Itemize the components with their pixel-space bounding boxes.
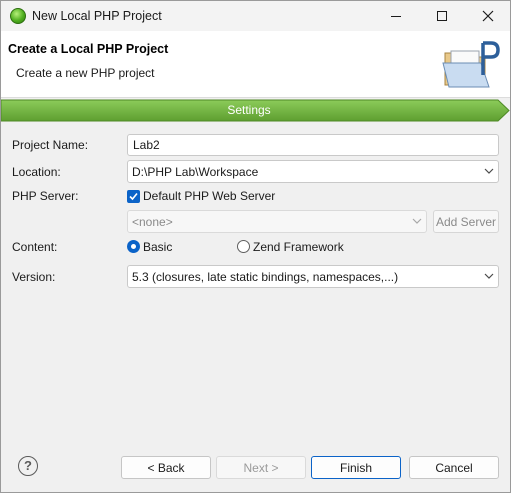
cancel-button[interactable]: Cancel <box>409 456 499 479</box>
page-title: Create a Local PHP Project <box>8 42 169 56</box>
version-value: 5.3 (closures, late static bindings, nam… <box>132 270 399 284</box>
chevron-down-icon <box>484 168 494 174</box>
project-name-value: Lab2 <box>133 138 160 152</box>
chevron-down-icon <box>484 273 494 279</box>
title-bar: New Local PHP Project <box>1 1 510 31</box>
zend-framework-radio[interactable] <box>237 240 250 253</box>
settings-banner: Settings <box>1 99 510 122</box>
minimize-icon <box>391 15 401 17</box>
page-description: Create a new PHP project <box>16 66 155 80</box>
location-value: D:\PHP Lab\Workspace <box>132 165 259 179</box>
server-select-value: <none> <box>132 215 173 229</box>
close-button[interactable] <box>465 1 511 31</box>
project-name-input[interactable]: Lab2 <box>127 134 499 156</box>
content-label: Content: <box>12 240 58 254</box>
version-combo[interactable]: 5.3 (closures, late static bindings, nam… <box>127 265 499 288</box>
help-icon: ? <box>24 458 32 473</box>
maximize-icon <box>437 11 447 21</box>
minimize-button[interactable] <box>373 1 419 31</box>
version-label: Version: <box>12 270 56 284</box>
php-server-label: PHP Server: <box>12 189 79 203</box>
location-combo[interactable]: D:\PHP Lab\Workspace <box>127 160 499 183</box>
maximize-button[interactable] <box>419 1 465 31</box>
server-select[interactable]: <none> <box>127 210 427 233</box>
location-label: Location: <box>12 165 61 179</box>
dialog-window: New Local PHP Project Create a Local PHP… <box>0 0 511 493</box>
close-icon <box>482 10 494 22</box>
add-server-button[interactable]: Add Server <box>433 210 499 233</box>
checkmark-icon <box>129 192 138 201</box>
back-button[interactable]: < Back <box>121 456 211 479</box>
chevron-down-icon <box>412 218 422 224</box>
wizard-header: Create a Local PHP Project Create a new … <box>1 31 510 98</box>
default-server-checkbox[interactable] <box>127 190 140 203</box>
banner-label: Settings <box>227 103 271 117</box>
help-button[interactable]: ? <box>18 456 38 476</box>
project-name-label: Project Name: <box>12 138 89 152</box>
php-folder-wizard-icon <box>442 41 500 88</box>
window-title: New Local PHP Project <box>32 9 162 23</box>
finish-button[interactable]: Finish <box>311 456 401 479</box>
app-icon <box>10 8 26 24</box>
zend-framework-radio-label: Zend Framework <box>253 240 344 254</box>
basic-radio[interactable] <box>127 240 140 253</box>
default-server-label: Default PHP Web Server <box>143 189 276 203</box>
next-button[interactable]: Next > <box>216 456 306 479</box>
basic-radio-label: Basic <box>143 240 173 254</box>
